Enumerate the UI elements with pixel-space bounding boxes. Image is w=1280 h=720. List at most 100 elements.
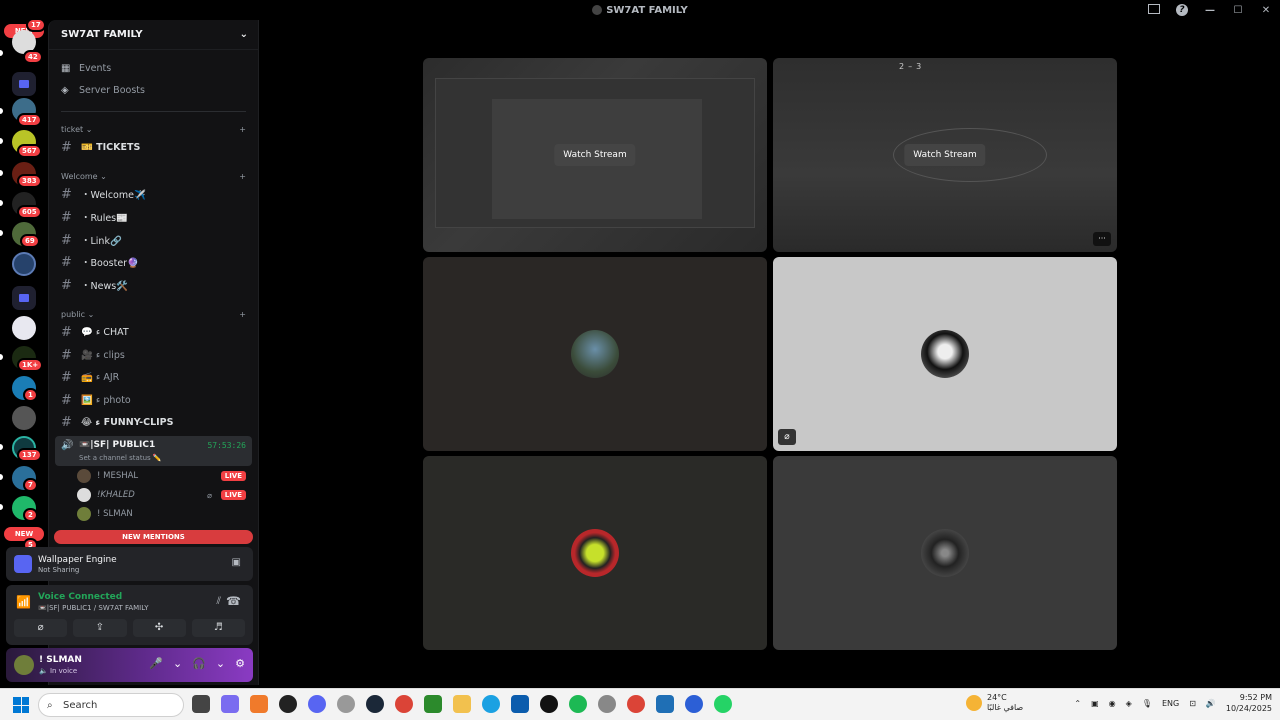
taskbar-search[interactable]: ⌕ Search bbox=[38, 693, 184, 717]
channel-clips[interactable]: # 🎥 ء clips bbox=[55, 345, 252, 365]
guild-icon-11[interactable] bbox=[12, 406, 36, 430]
microphone-icon[interactable]: 🎙 bbox=[1142, 699, 1152, 708]
microphone-icon[interactable]: 🎤 bbox=[149, 657, 163, 670]
inbox-icon[interactable] bbox=[1140, 3, 1168, 17]
whatsapp-icon[interactable] bbox=[714, 695, 732, 713]
help-icon[interactable]: ? bbox=[1168, 4, 1196, 16]
maximize-button[interactable]: ☐ bbox=[1224, 5, 1252, 16]
guild-icon-8[interactable] bbox=[12, 316, 36, 340]
noise-suppression-icon[interactable]: ⫽ bbox=[217, 596, 221, 607]
badge: 567 bbox=[17, 144, 42, 158]
signal-icon[interactable]: 📶 bbox=[16, 595, 31, 609]
settings-app-icon[interactable] bbox=[337, 695, 355, 713]
minecraft-icon[interactable] bbox=[424, 695, 442, 713]
chevron-down-icon[interactable]: ⌄ bbox=[173, 657, 182, 670]
clock[interactable]: 9:52 PM 10/24/2025 bbox=[1226, 692, 1272, 714]
chrome-icon[interactable] bbox=[627, 695, 645, 713]
chevron-up-icon[interactable]: ⌃ bbox=[1074, 699, 1081, 708]
voice-user-khaled[interactable]: !KHALED ⌀ LIVE bbox=[77, 486, 252, 504]
activities-button[interactable]: ✣ bbox=[132, 619, 186, 637]
app-icon[interactable] bbox=[250, 695, 268, 713]
channel-link[interactable]: # ・Link🔗 bbox=[55, 230, 252, 250]
channel-status[interactable]: Set a channel status ✏️ bbox=[79, 454, 162, 462]
language-indicator[interactable]: ENG bbox=[1162, 699, 1179, 708]
task-view-icon[interactable] bbox=[192, 695, 210, 713]
settings-app-icon[interactable] bbox=[598, 695, 616, 713]
camera-button[interactable]: ⌀ bbox=[14, 619, 68, 637]
channel-tickets[interactable]: # 🎫 TICKETS bbox=[55, 137, 252, 157]
badge: 7 bbox=[23, 478, 38, 492]
app-icon[interactable] bbox=[685, 695, 703, 713]
participant-tile-4[interactable] bbox=[773, 456, 1117, 650]
weather-widget[interactable]: 24°C صافي غالبًا bbox=[966, 693, 1023, 713]
voice-user-meshal[interactable]: ! MESHAL LIVE bbox=[77, 467, 252, 485]
window-title: SW7AT FAMILY bbox=[592, 5, 688, 16]
badge: 1 bbox=[23, 388, 38, 402]
voice-user-slman[interactable]: ! SLMAN bbox=[77, 505, 252, 523]
steam-icon[interactable] bbox=[366, 695, 384, 713]
screen-share-icon[interactable]: ▣ bbox=[232, 557, 241, 568]
file-explorer-icon[interactable] bbox=[453, 695, 471, 713]
participant-avatar bbox=[571, 529, 619, 577]
channel-welcome[interactable]: # ・Welcome✈️ bbox=[55, 184, 252, 204]
copilot-icon[interactable] bbox=[221, 695, 239, 713]
menu-item-events[interactable]: ▦ Events bbox=[55, 58, 252, 78]
new-mentions-bar[interactable]: NEW MENTIONS bbox=[54, 530, 253, 544]
volume-icon[interactable]: 🔊 bbox=[1206, 699, 1216, 708]
stream-tile-1[interactable]: Watch Stream bbox=[423, 58, 767, 252]
plus-icon[interactable]: + bbox=[239, 172, 246, 181]
edge-icon[interactable] bbox=[482, 695, 500, 713]
category-public[interactable]: public ⌄ + bbox=[61, 308, 246, 320]
channel-news[interactable]: # ・News🛠️ bbox=[55, 275, 252, 295]
windows-start-icon[interactable] bbox=[13, 697, 29, 713]
app-icon[interactable] bbox=[540, 695, 558, 713]
watch-stream-button[interactable]: Watch Stream bbox=[904, 144, 986, 166]
server-header[interactable]: SW7AT FAMILY ⌄ bbox=[49, 20, 258, 50]
discord-icon[interactable] bbox=[308, 695, 326, 713]
tray-app-icon[interactable]: ▣ bbox=[1091, 699, 1099, 708]
new-unreads-pill-bottom[interactable]: NEW bbox=[4, 527, 44, 541]
store-icon[interactable] bbox=[511, 695, 529, 713]
tray-app-icon[interactable]: ◉ bbox=[1109, 699, 1116, 708]
channel-booster[interactable]: # ・Booster🔮 bbox=[55, 252, 252, 272]
guild-icon-7[interactable] bbox=[12, 252, 36, 276]
close-button[interactable]: ✕ bbox=[1252, 5, 1280, 16]
category-ticket[interactable]: ticket ⌄ + bbox=[61, 123, 246, 135]
headphones-icon[interactable]: 🎧 bbox=[192, 657, 206, 670]
badge: 417 bbox=[17, 113, 42, 127]
settings-icon[interactable]: ⚙ bbox=[235, 657, 245, 670]
share-screen-button[interactable]: ⇪ bbox=[73, 619, 127, 637]
app-icon[interactable] bbox=[279, 695, 297, 713]
channel-rules[interactable]: # ・Rules📰 bbox=[55, 207, 252, 227]
server-folder-1[interactable] bbox=[12, 72, 36, 96]
server-name: SW7AT FAMILY bbox=[61, 29, 143, 40]
network-icon[interactable]: ⊡ bbox=[1189, 699, 1196, 708]
watch-stream-button[interactable]: Watch Stream bbox=[554, 144, 636, 166]
plus-icon[interactable]: + bbox=[239, 310, 246, 319]
badge: 17 bbox=[26, 20, 46, 32]
more-options-button[interactable]: ··· bbox=[1093, 232, 1111, 246]
participant-tile-2[interactable]: ⌀ bbox=[773, 257, 1117, 451]
channel-photo[interactable]: # 🖼️ ء photo bbox=[55, 390, 252, 410]
channel-funny-clips[interactable]: # 😂 ء FUNNY-CLIPS bbox=[55, 412, 252, 432]
hash-icon: # bbox=[61, 324, 72, 340]
spotify-icon[interactable] bbox=[569, 695, 587, 713]
channel-chat[interactable]: # 💬 ء CHAT bbox=[55, 322, 252, 342]
participant-tile-3[interactable] bbox=[423, 456, 767, 650]
minimize-button[interactable]: — bbox=[1196, 5, 1224, 16]
stream-tile-2[interactable]: 2 – 3 Watch Stream ··· bbox=[773, 58, 1117, 252]
menu-item-server-boosts[interactable]: ◈ Server Boosts bbox=[55, 80, 252, 100]
user-avatar[interactable] bbox=[14, 655, 34, 675]
server-folder-2[interactable] bbox=[12, 286, 36, 310]
soundboard-button[interactable]: ♬ bbox=[191, 619, 245, 637]
participant-tile-1[interactable] bbox=[423, 257, 767, 451]
app-icon[interactable] bbox=[656, 695, 674, 713]
category-welcome[interactable]: Welcome ⌄ + bbox=[61, 170, 246, 182]
chevron-down-icon[interactable]: ⌄ bbox=[216, 657, 225, 670]
plus-icon[interactable]: + bbox=[239, 125, 246, 134]
disconnect-icon[interactable]: ☎ bbox=[226, 594, 241, 608]
chrome-icon[interactable] bbox=[395, 695, 413, 713]
channel-ajr[interactable]: # 📻 ء AJR bbox=[55, 367, 252, 387]
voice-channel-public1[interactable]: 🔊 📼|SF| PUBLIC1 57:53:26 Set a channel s… bbox=[55, 436, 252, 466]
tray-app-icon[interactable]: ◈ bbox=[1126, 699, 1132, 708]
